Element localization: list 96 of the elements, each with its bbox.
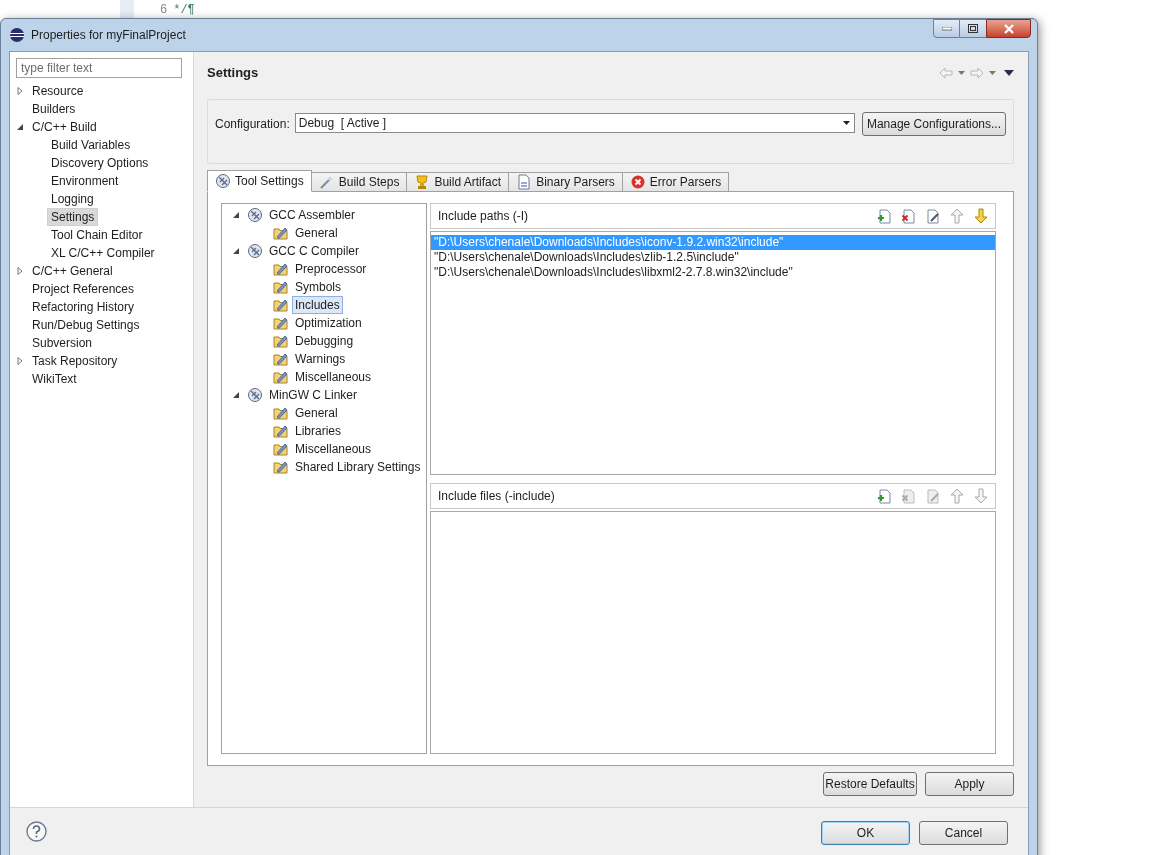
- configuration-label: Configuration:: [215, 116, 290, 133]
- close-button[interactable]: [986, 19, 1031, 38]
- folder-icon: [273, 315, 289, 331]
- gear-icon: [247, 207, 263, 223]
- tree-item[interactable]: Build Variables: [47, 136, 135, 154]
- tab[interactable]: Binary Parsers: [508, 172, 623, 192]
- tree-item[interactable]: Tool Chain Editor: [47, 226, 147, 244]
- filter-field[interactable]: type filter text: [16, 58, 182, 78]
- page-title: Settings: [207, 64, 259, 83]
- list-title: Include files (-include): [438, 487, 555, 505]
- tree-item[interactable]: Debugging: [292, 332, 357, 350]
- tab[interactable]: Build Steps: [310, 172, 408, 192]
- maximize-icon: [968, 24, 978, 33]
- error-icon: [629, 174, 646, 190]
- tree-item[interactable]: Subversion: [28, 334, 97, 352]
- dialog-button[interactable]: Cancel: [919, 821, 1008, 845]
- down-arrow-icon[interactable]: [973, 208, 989, 224]
- tab[interactable]: Tool Settings: [207, 170, 312, 192]
- list-row[interactable]: "D:\Users\chenale\Downloads\Includes\zlib-1.2.5\include": [431, 250, 995, 265]
- add-icon[interactable]: [877, 487, 893, 504]
- tree-item[interactable]: WikiText: [28, 370, 81, 388]
- expanded-arrow-icon[interactable]: [232, 211, 240, 219]
- tab[interactable]: Build Artifact: [406, 172, 510, 192]
- tree-item[interactable]: C/C++ Build: [28, 118, 101, 136]
- tree-item[interactable]: Resource: [28, 82, 88, 100]
- tree-item[interactable]: Project References: [28, 280, 139, 298]
- window-title: Properties for myFinalProject: [31, 27, 186, 44]
- tree-item[interactable]: Miscellaneous: [292, 440, 375, 458]
- minimize-icon: [941, 26, 952, 31]
- dropdown-icon[interactable]: [989, 71, 996, 75]
- editor-gutter: [120, 0, 134, 20]
- list-row[interactable]: "D:\Users\chenale\Downloads\Includes\libxml2-2.7.8.win32\include": [431, 265, 995, 280]
- dialog-button[interactable]: Restore Defaults: [823, 772, 917, 796]
- tree-item[interactable]: C/C++ General: [28, 262, 117, 280]
- tree-item[interactable]: Logging: [47, 190, 98, 208]
- gear-icon: [247, 387, 263, 403]
- view-menu-icon[interactable]: [1004, 70, 1014, 76]
- dialog-button[interactable]: OK: [821, 821, 910, 845]
- folder-icon: [273, 459, 289, 475]
- tree-item[interactable]: MinGW C Linker: [266, 386, 360, 404]
- folder-icon: [273, 261, 289, 277]
- expanded-arrow-icon[interactable]: [232, 391, 240, 399]
- tree-item[interactable]: Miscellaneous: [292, 368, 375, 386]
- tree-item[interactable]: Symbols: [292, 278, 344, 296]
- folder-icon: [273, 279, 289, 295]
- tree-item[interactable]: Libraries: [292, 422, 345, 440]
- collapsed-arrow-icon[interactable]: [16, 267, 24, 275]
- tree-item[interactable]: Preprocessor: [292, 260, 370, 278]
- tree-item[interactable]: General: [292, 404, 341, 422]
- close-icon: [1002, 23, 1015, 34]
- add-icon[interactable]: [877, 208, 893, 224]
- folder-icon: [273, 297, 289, 313]
- tree-item[interactable]: Task Repository: [28, 352, 122, 370]
- tree-item[interactable]: GCC Assembler: [266, 206, 359, 224]
- line-number: 6: [160, 2, 168, 19]
- code-text: */¶: [173, 2, 195, 19]
- folder-icon: [273, 423, 289, 439]
- tree-item[interactable]: Includes: [292, 296, 343, 314]
- manage-configurations-button[interactable]: Manage Configurations...: [861, 112, 1006, 136]
- help-icon[interactable]: [26, 821, 47, 842]
- configuration-dropdown[interactable]: Debug [ Active ]: [294, 113, 855, 133]
- gear-icon: [215, 173, 231, 189]
- edit-icon[interactable]: [925, 208, 941, 224]
- tree-item[interactable]: Run/Debug Settings: [28, 316, 144, 334]
- delete-icon[interactable]: [901, 208, 917, 224]
- folder-icon: [273, 333, 289, 349]
- tree-item[interactable]: Refactoring History: [28, 298, 139, 316]
- wand-icon: [318, 174, 335, 190]
- collapsed-arrow-icon[interactable]: [16, 87, 24, 95]
- tree-item[interactable]: Settings: [47, 208, 99, 226]
- folder-icon: [273, 225, 289, 241]
- tree-item[interactable]: Shared Library Settings: [292, 458, 424, 476]
- tree-item[interactable]: General: [292, 224, 341, 242]
- tree-item[interactable]: Discovery Options: [47, 154, 153, 172]
- expanded-arrow-icon[interactable]: [16, 123, 24, 131]
- tree-item[interactable]: Builders: [28, 100, 80, 118]
- collapsed-arrow-icon[interactable]: [16, 357, 24, 365]
- tree-item[interactable]: Optimization: [292, 314, 365, 332]
- dialog-button[interactable]: Apply: [925, 772, 1014, 796]
- trophy-icon: [414, 174, 431, 190]
- folder-icon: [273, 441, 289, 457]
- tree-item[interactable]: XL C/C++ Compiler: [47, 244, 159, 262]
- gear-icon: [247, 243, 263, 259]
- folder-icon: [273, 405, 289, 421]
- maximize-button[interactable]: [960, 19, 986, 38]
- folder-icon: [273, 369, 289, 385]
- tree-item[interactable]: Environment: [47, 172, 123, 190]
- tree-item[interactable]: GCC C Compiler: [266, 242, 362, 260]
- dropdown-icon: [842, 121, 850, 125]
- folder-icon: [273, 351, 289, 367]
- expanded-arrow-icon[interactable]: [232, 247, 240, 255]
- dropdown-icon[interactable]: [958, 71, 965, 75]
- tree-item[interactable]: Warnings: [292, 350, 349, 368]
- tab[interactable]: Error Parsers: [621, 172, 730, 192]
- app-icon: [9, 27, 25, 43]
- list-title: Include paths (-I): [438, 208, 529, 225]
